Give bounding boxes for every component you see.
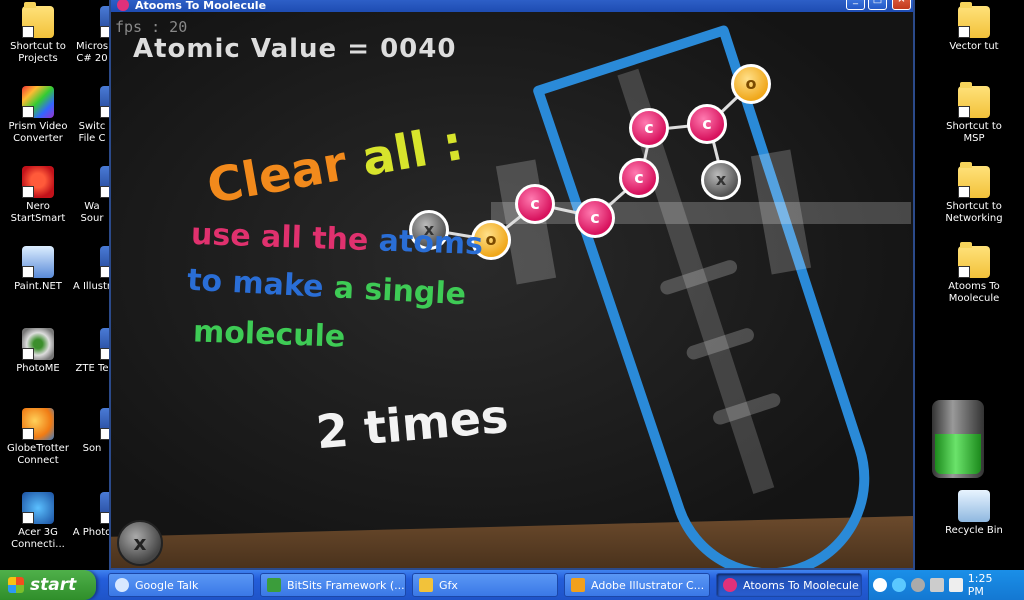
task-illustrator[interactable]: Adobe Illustrator C... bbox=[564, 573, 710, 597]
task-label: Google Talk bbox=[135, 578, 199, 592]
acer-icon bbox=[22, 492, 54, 524]
network-icon[interactable] bbox=[891, 578, 906, 592]
atom-x[interactable]: x bbox=[701, 160, 741, 200]
desktop-icon-networking[interactable]: Shortcut to Networking bbox=[936, 162, 1012, 225]
instruction-line-3: molecule bbox=[192, 314, 346, 355]
desktop-icon-partial[interactable]: Micros C# 20 bbox=[72, 6, 112, 65]
taskbar: start Google Talk BitSits Framework (...… bbox=[0, 570, 1024, 600]
task-bitsits[interactable]: BitSits Framework (... bbox=[260, 573, 406, 597]
task-label: BitSits Framework (... bbox=[287, 578, 405, 592]
folder-icon bbox=[419, 578, 433, 592]
desktop-icon-paint[interactable]: Paint.NET bbox=[0, 246, 76, 293]
title-bar[interactable]: Atooms To Moolecule _ □ × bbox=[111, 0, 913, 12]
atom-c[interactable]: c bbox=[515, 184, 555, 224]
atom-c[interactable]: c bbox=[575, 198, 615, 238]
task-google-talk[interactable]: Google Talk bbox=[108, 573, 254, 597]
recycle-icon bbox=[958, 490, 990, 522]
window-title: Atooms To Moolecule bbox=[135, 0, 267, 12]
monitor-icon[interactable] bbox=[929, 578, 944, 592]
desktop-icon-partial[interactable]: Wa Sour bbox=[72, 166, 112, 225]
desktop-icon-recycle-bin[interactable]: Recycle Bin bbox=[936, 490, 1012, 537]
task-label: Adobe Illustrator C... bbox=[591, 578, 705, 592]
desktop-icon-label: Vector tut bbox=[949, 41, 999, 52]
start-label: start bbox=[30, 575, 77, 595]
maximize-button[interactable]: □ bbox=[868, 0, 887, 10]
desktop-icon-label: Paint.NET bbox=[14, 281, 62, 292]
game-window[interactable]: Atooms To Moolecule _ □ × bbox=[109, 0, 915, 570]
windows-logo-icon bbox=[8, 577, 24, 593]
desktop-icon-label: GlobeTrotter Connect bbox=[7, 443, 69, 466]
system-tray: 1:25 PM bbox=[868, 570, 1024, 600]
desktop-icon-label: Shortcut to Projects bbox=[10, 41, 66, 64]
app-icon bbox=[117, 0, 129, 11]
folder-icon bbox=[958, 82, 990, 118]
csharp-icon bbox=[267, 578, 281, 592]
desktop-icon-partial[interactable]: Switc File C bbox=[72, 86, 112, 145]
desktop-icon-label: ZTE Te bbox=[75, 363, 109, 374]
start-button[interactable]: start bbox=[0, 570, 96, 600]
paint-icon bbox=[22, 246, 54, 278]
globe-icon bbox=[22, 408, 54, 440]
desktop-icon-label: Prism Video Converter bbox=[8, 121, 68, 144]
desktop-icon-nero[interactable]: Nero StartSmart bbox=[0, 166, 76, 225]
desktop-icon-projects[interactable]: Shortcut to Projects bbox=[0, 2, 76, 65]
desktop-icon-label: Shortcut to MSP bbox=[946, 121, 1002, 144]
task-label: Gfx bbox=[439, 578, 458, 592]
task-gfx[interactable]: Gfx bbox=[412, 573, 558, 597]
instruction-text: a single bbox=[332, 270, 467, 313]
desktop-icon-msp[interactable]: Shortcut to MSP bbox=[936, 82, 1012, 145]
desktop-icon-label: Son bbox=[82, 443, 102, 454]
desktop-icon-atooms[interactable]: Atooms To Moolecule bbox=[936, 242, 1012, 305]
clear-button[interactable]: x bbox=[117, 520, 163, 566]
task-label: Atooms To Moolecule bbox=[743, 578, 859, 592]
desktop-icon-label: Micros C# 20 bbox=[75, 41, 109, 64]
speaker-icon[interactable] bbox=[910, 578, 925, 592]
battery-gadget-icon bbox=[932, 400, 984, 478]
desktop-icon-label: Recycle Bin bbox=[945, 525, 1003, 536]
desktop-icon-label: PhotoME bbox=[16, 363, 60, 374]
atom-c[interactable]: c bbox=[687, 104, 727, 144]
folder-icon bbox=[958, 162, 990, 198]
chevron-left-icon[interactable] bbox=[873, 578, 887, 592]
clock[interactable]: 1:25 PM bbox=[968, 572, 1012, 598]
desktop-icon-partial[interactable]: A Photo bbox=[72, 492, 112, 539]
folder-icon bbox=[958, 2, 990, 38]
chat-icon bbox=[115, 578, 129, 592]
game-canvas[interactable]: x o c c c c c x o fps : 20 Atomic Value … bbox=[111, 12, 913, 568]
close-button[interactable]: × bbox=[892, 0, 911, 10]
desktop-icon-label: A Illustr bbox=[72, 281, 112, 292]
desktop-icon-partial[interactable]: ZTE Te bbox=[72, 328, 112, 375]
desktop-icon-label: Acer 3G Connecti... bbox=[11, 527, 65, 550]
desktop-icon-label: Wa Sour bbox=[80, 201, 104, 224]
desktop-icon-label: Atooms To Moolecule bbox=[948, 281, 1000, 304]
instruction-text: atoms bbox=[378, 223, 484, 263]
task-atooms[interactable]: Atooms To Moolecule bbox=[716, 573, 862, 597]
desktop-icon-label: A Photo bbox=[72, 527, 112, 538]
desktop-icon-photome[interactable]: PhotoME bbox=[0, 328, 76, 375]
desktop-icon-label: Shortcut to Networking bbox=[945, 201, 1003, 224]
app-icon bbox=[723, 578, 737, 592]
desktop-icon-acer[interactable]: Acer 3G Connecti... bbox=[0, 492, 76, 551]
atomic-value: Atomic Value = 0040 bbox=[133, 34, 457, 64]
folder-icon bbox=[22, 2, 54, 38]
desktop-icon-partial[interactable]: A Illustr bbox=[72, 246, 112, 293]
desktop-icon-vector-tut[interactable]: Vector tut bbox=[936, 2, 1012, 53]
atom-c[interactable]: c bbox=[629, 108, 669, 148]
desktop-icon-globetrotter[interactable]: GlobeTrotter Connect bbox=[0, 408, 76, 467]
battery-icon[interactable] bbox=[948, 578, 963, 592]
minimize-button[interactable]: _ bbox=[846, 0, 865, 10]
battery-level-fill bbox=[935, 434, 981, 474]
illustrator-icon bbox=[571, 578, 585, 592]
desktop-icon-label: Nero StartSmart bbox=[10, 201, 66, 224]
atom-c[interactable]: c bbox=[619, 158, 659, 198]
atom-o[interactable]: o bbox=[731, 64, 771, 104]
desktop-icon-partial[interactable]: Son bbox=[72, 408, 112, 455]
instruction-text: use all the bbox=[190, 216, 380, 259]
nero-icon bbox=[22, 166, 54, 198]
desktop-icon-prism[interactable]: Prism Video Converter bbox=[0, 86, 76, 145]
folder-icon bbox=[958, 242, 990, 278]
eye-icon bbox=[22, 328, 54, 360]
prism-icon bbox=[22, 86, 54, 118]
desktop-icon-label: Switc File C bbox=[78, 121, 106, 144]
